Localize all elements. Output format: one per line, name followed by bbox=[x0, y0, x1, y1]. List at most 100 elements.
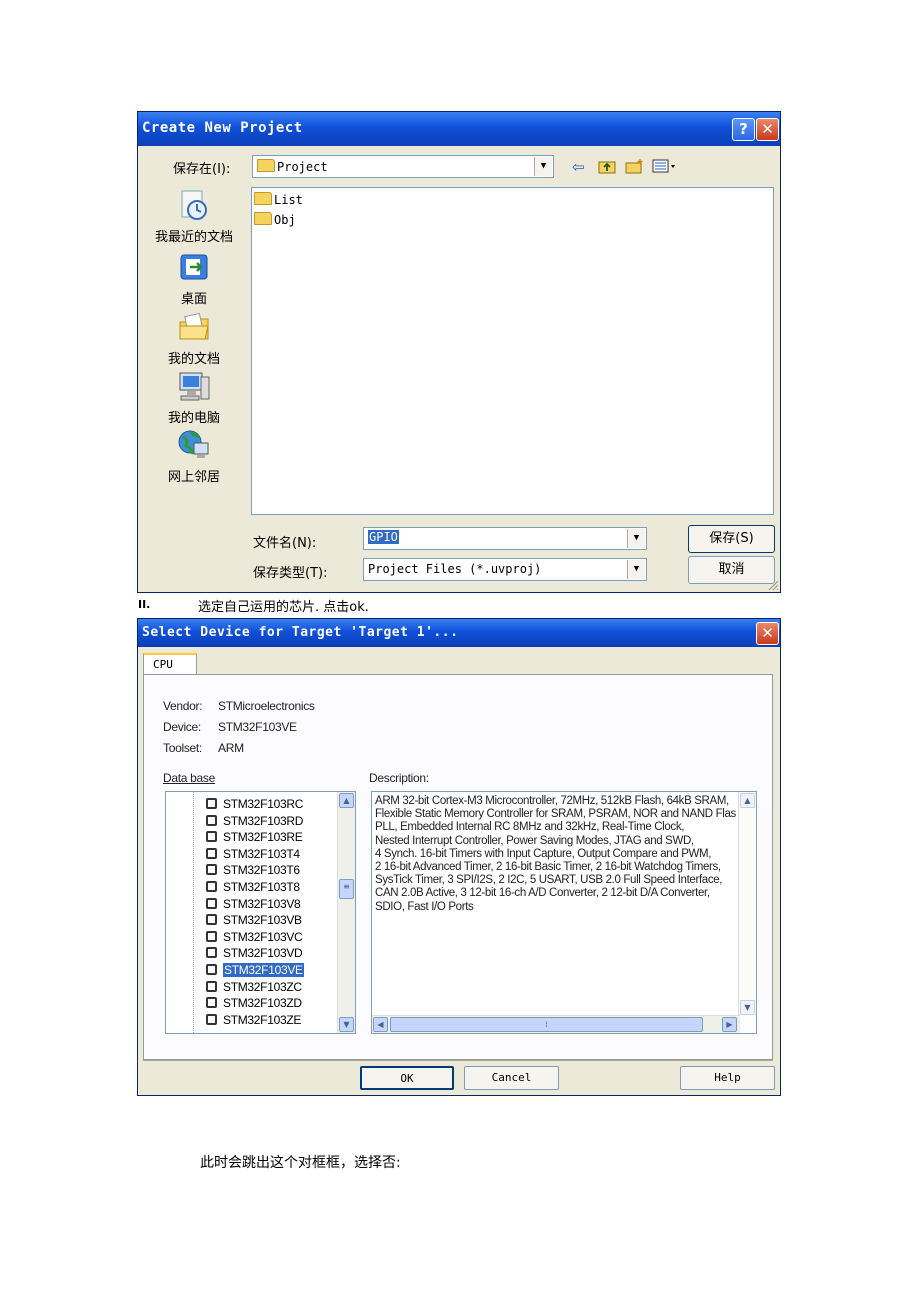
chip-icon bbox=[206, 947, 217, 959]
save-in-combo[interactable]: Project ▼ bbox=[252, 155, 554, 178]
place-desktop[interactable]: 桌面 bbox=[146, 250, 242, 307]
save-button[interactable]: 保存(S) bbox=[688, 525, 775, 553]
place-my-documents[interactable]: 我的文档 bbox=[146, 310, 242, 367]
chip-icon bbox=[206, 997, 217, 1009]
device-list-item[interactable]: STM32F103T4 bbox=[206, 846, 300, 862]
cancel-button[interactable]: 取消 bbox=[688, 556, 775, 584]
place-label: 桌面 bbox=[180, 292, 207, 307]
device-list-item[interactable]: STM32F103ZD bbox=[206, 995, 302, 1011]
scroll-up-icon[interactable]: ▲ bbox=[740, 793, 755, 808]
file-item[interactable]: List bbox=[254, 192, 303, 207]
scroll-thumb[interactable]: ⁞ bbox=[390, 1017, 703, 1032]
horizontal-scrollbar[interactable]: ◀ ⁞ ▶ bbox=[372, 1015, 740, 1033]
device-list-item[interactable]: STM32F103RE bbox=[206, 829, 303, 845]
device-name: STM32F103VD bbox=[223, 946, 303, 961]
filename-label: 文件名(N): bbox=[253, 536, 317, 551]
help-button[interactable]: Help bbox=[680, 1066, 775, 1090]
back-icon[interactable]: ⇦ bbox=[572, 158, 585, 176]
dropdown-arrow-icon[interactable]: ▼ bbox=[627, 560, 645, 579]
device-name: STM32F103RE bbox=[223, 830, 303, 845]
scroll-right-icon[interactable]: ▶ bbox=[722, 1017, 737, 1032]
device-list-item[interactable]: STM32F103RC bbox=[206, 796, 303, 812]
device-list-item[interactable]: STM32F103RD bbox=[206, 813, 303, 829]
chip-icon bbox=[206, 814, 217, 826]
cancel-button[interactable]: Cancel bbox=[464, 1066, 559, 1090]
device-list-item[interactable]: STM32F103ZC bbox=[206, 979, 302, 995]
chip-icon bbox=[206, 897, 217, 909]
scroll-down-icon[interactable]: ▼ bbox=[339, 1017, 354, 1032]
vertical-scrollbar[interactable]: ▲ ≡ ▼ bbox=[337, 792, 355, 1033]
folder-icon bbox=[254, 192, 272, 205]
file-name: List bbox=[274, 193, 303, 207]
chip-icon bbox=[206, 930, 217, 942]
scroll-down-icon[interactable]: ▼ bbox=[740, 1000, 755, 1015]
my-computer-icon bbox=[179, 372, 210, 401]
device-list-item[interactable]: STM32F103ZE bbox=[206, 1012, 301, 1028]
tab-cpu[interactable]: CPU bbox=[143, 653, 197, 675]
chip-icon bbox=[206, 798, 217, 809]
description-text: ARM 32-bit Cortex-M3 Microcontroller, 72… bbox=[375, 795, 736, 913]
file-item[interactable]: Obj bbox=[254, 212, 296, 227]
dialog-title: Create New Project bbox=[142, 120, 303, 136]
device-name: STM32F103RC bbox=[223, 797, 304, 811]
up-folder-icon[interactable] bbox=[598, 158, 616, 178]
place-recent[interactable]: 我最近的文档 bbox=[146, 188, 242, 245]
place-label: 我的文档 bbox=[167, 352, 220, 367]
device-name: STM32F103T4 bbox=[223, 846, 300, 861]
toolset-value: ARM bbox=[218, 741, 244, 755]
device-list-item[interactable]: STM32F103VE bbox=[206, 962, 304, 978]
scroll-thumb[interactable]: ≡ bbox=[339, 879, 354, 899]
place-label: 我的电脑 bbox=[167, 411, 220, 426]
device-name: STM32F103T6 bbox=[223, 863, 300, 878]
network-places-icon bbox=[178, 430, 209, 458]
device-name: STM32F103RD bbox=[223, 813, 304, 828]
place-my-computer[interactable]: 我的电脑 bbox=[146, 369, 242, 426]
device-list-item[interactable]: STM32F103T6 bbox=[206, 862, 300, 878]
device-list-item[interactable]: STM32F103T8 bbox=[206, 879, 300, 895]
title-bar[interactable]: Select Device for Target 'Target 1'... ✕ bbox=[138, 619, 780, 647]
device-list-item[interactable]: STM32F103VD bbox=[206, 945, 303, 961]
chip-icon bbox=[206, 831, 217, 843]
divider bbox=[143, 1060, 773, 1061]
device-name: STM32F103ZD bbox=[223, 996, 302, 1011]
place-label: 网上邻居 bbox=[167, 470, 220, 485]
device-name: STM32F103ZC bbox=[223, 979, 302, 994]
dropdown-arrow-icon[interactable]: ▼ bbox=[534, 157, 552, 176]
vendor-label: Vendor: bbox=[163, 699, 203, 713]
view-menu-icon[interactable] bbox=[652, 158, 676, 178]
filetype-value: Project Files (*.uvproj) bbox=[368, 562, 542, 576]
filename-field[interactable]: GPIO ▼ bbox=[363, 527, 647, 550]
toolset-label: Toolset: bbox=[163, 741, 202, 755]
device-list-item[interactable]: STM32F103VC bbox=[206, 929, 303, 945]
device-list-item[interactable]: STM32F103V8 bbox=[206, 896, 301, 912]
device-name: STM32F103VE bbox=[223, 963, 304, 977]
new-folder-icon[interactable] bbox=[625, 158, 645, 178]
close-button[interactable]: ✕ bbox=[756, 118, 779, 141]
device-list-item[interactable]: STM32F103VB bbox=[206, 912, 302, 928]
my-documents-icon bbox=[179, 312, 209, 340]
help-button[interactable]: ? bbox=[732, 118, 755, 141]
folder-icon bbox=[254, 212, 272, 225]
ok-button[interactable]: OK bbox=[360, 1066, 454, 1090]
place-network[interactable]: 网上邻居 bbox=[146, 428, 242, 485]
device-value: STM32F103VE bbox=[218, 720, 297, 734]
file-list[interactable]: List Obj bbox=[251, 187, 774, 515]
description-box[interactable]: ARM 32-bit Cortex-M3 Microcontroller, 72… bbox=[371, 791, 757, 1034]
save-in-value: Project bbox=[257, 159, 328, 174]
dropdown-arrow-icon[interactable]: ▼ bbox=[627, 529, 645, 548]
filetype-label: 保存类型(T): bbox=[253, 566, 328, 581]
title-bar[interactable]: Create New Project ? ✕ bbox=[138, 112, 780, 146]
tree-connector-line bbox=[193, 792, 194, 1033]
filetype-combo[interactable]: Project Files (*.uvproj) ▼ bbox=[363, 558, 647, 581]
scroll-up-icon[interactable]: ▲ bbox=[339, 793, 354, 808]
folder-icon bbox=[257, 159, 275, 172]
description-vertical-scrollbar[interactable]: ▲ ▼ bbox=[738, 792, 756, 1016]
database-label: Data base bbox=[163, 771, 216, 785]
device-tree-list[interactable]: STM32F103RC STM32F103RD STM32F103RE STM32F1… bbox=[165, 791, 356, 1034]
chip-icon bbox=[206, 914, 217, 926]
desktop-icon bbox=[180, 254, 208, 280]
close-button[interactable]: ✕ bbox=[756, 622, 779, 645]
device-name: STM32F103T8 bbox=[223, 880, 300, 894]
scroll-left-icon[interactable]: ◀ bbox=[373, 1017, 388, 1032]
resize-grip-icon[interactable] bbox=[767, 579, 779, 591]
